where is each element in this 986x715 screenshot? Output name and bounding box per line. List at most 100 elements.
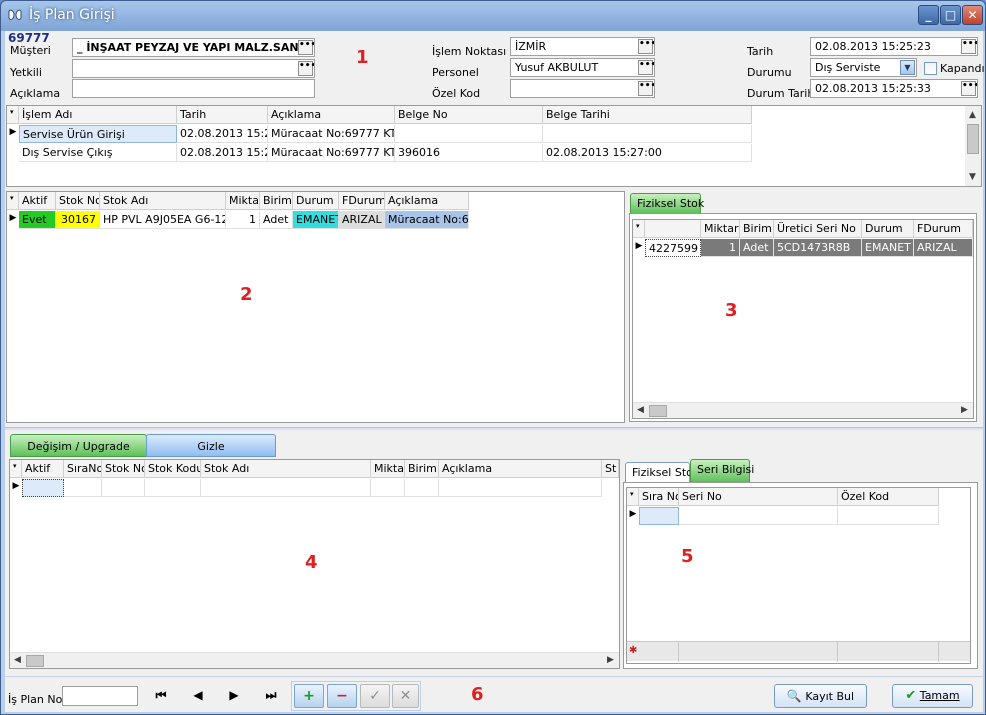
col-belge-tarihi[interactable]: Belge Tarihi: [543, 106, 752, 124]
exchange-hscroll[interactable]: ◀ ▶: [10, 652, 619, 668]
personel-field[interactable]: Yusuf AKBULUT •••: [510, 58, 655, 77]
kapandi-checkbox[interactable]: [924, 62, 937, 75]
kayit-bul-button[interactable]: 🔍 Kayıt Bul: [774, 684, 867, 708]
col-miktar[interactable]: Miktar: [701, 220, 740, 238]
ozel-kod-field[interactable]: •••: [510, 79, 655, 98]
physical-row-durum[interactable]: EMANET: [862, 239, 914, 257]
islem-noktasi-lookup-button[interactable]: •••: [638, 39, 654, 54]
new-row-cell[interactable]: [102, 479, 145, 497]
musteri-field[interactable]: _ İNŞAAT PEYZAJ VE YAPI MALZ.SAN •••: [72, 38, 315, 57]
col-miktar[interactable]: Miktar: [226, 192, 260, 210]
col-stok-no[interactable]: Stok No: [56, 192, 100, 210]
scroll-left-icon[interactable]: ◀: [637, 405, 644, 415]
musteri-lookup-button[interactable]: •••: [298, 40, 314, 55]
previous-record-icon[interactable]: ◀: [186, 685, 210, 705]
col-st[interactable]: St: [602, 460, 619, 478]
tab-degisim-upgrade[interactable]: Değişim / Upgrade: [10, 434, 147, 457]
scroll-up-icon[interactable]: ▲: [969, 110, 976, 120]
ozel-kod-lookup-button[interactable]: •••: [638, 81, 654, 96]
table-row-0-aciklama[interactable]: Müracaat No:69777 KT:0: [268, 125, 395, 143]
column-chooser-icon[interactable]: ▾: [633, 220, 645, 238]
physical-hscroll[interactable]: ◀ ▶: [633, 402, 973, 418]
col-birim[interactable]: Birim: [260, 192, 293, 210]
col-durum[interactable]: Durum: [862, 220, 914, 238]
is-plan-no-input[interactable]: [62, 686, 138, 706]
tab-fiziksel-stok-2[interactable]: Fiziksel Stok: [625, 462, 699, 482]
new-row-cell[interactable]: [201, 479, 371, 497]
serial-new-row-cell[interactable]: [679, 507, 838, 525]
column-chooser-icon[interactable]: ▾: [10, 460, 22, 478]
col-sira-no[interactable]: Sıra No: [639, 488, 679, 506]
new-row-cell[interactable]: [371, 479, 405, 497]
physical-row-id[interactable]: 4227599: [645, 239, 701, 257]
new-row-cell[interactable]: [145, 479, 201, 497]
table-row-1-aciklama[interactable]: Müracaat No:69777 KT:0: [268, 144, 395, 162]
col-stok-no[interactable]: Stok No: [102, 460, 145, 478]
col-uretici-seri-no[interactable]: Üretici Seri No: [774, 220, 862, 238]
aciklama-field[interactable]: [72, 79, 315, 98]
durumu-select[interactable]: Dış Serviste ▼: [810, 58, 917, 77]
stock-row-aktif[interactable]: Evet: [19, 211, 56, 229]
scroll-right-icon[interactable]: ▶: [961, 405, 968, 415]
stock-row-fdurum[interactable]: ARIZAL: [339, 211, 385, 229]
scroll-thumb[interactable]: [26, 655, 44, 667]
stock-grid[interactable]: ▾ Aktif Stok No Stok Adı Miktar Birim Du…: [6, 191, 625, 423]
serial-new-row-sira[interactable]: [639, 507, 679, 525]
table-row-0-tarih[interactable]: 02.08.2013 15:25: [177, 125, 268, 143]
first-record-icon[interactable]: ⏮: [149, 685, 173, 705]
col-fdurum[interactable]: FDurum: [339, 192, 385, 210]
tab-seri-bilgisi[interactable]: Seri Bilgisi: [690, 459, 754, 482]
chevron-down-icon[interactable]: ▼: [900, 60, 915, 75]
cancel-icon[interactable]: ✕: [392, 684, 419, 708]
yetkili-field[interactable]: •••: [72, 59, 315, 78]
table-row-0-belge-tarihi[interactable]: [543, 125, 752, 143]
scroll-right-icon[interactable]: ▶: [607, 655, 614, 665]
operations-vscroll[interactable]: ▲ ▼: [965, 106, 981, 186]
next-record-icon[interactable]: ▶: [222, 685, 246, 705]
col-aciklama[interactable]: Açıklama: [385, 192, 469, 210]
serial-new-row-cell[interactable]: [838, 507, 939, 525]
new-row-aktif[interactable]: [22, 479, 64, 497]
stock-row-birim[interactable]: Adet: [260, 211, 293, 229]
tamam-button[interactable]: ✔ Tamam: [892, 684, 973, 708]
minimize-button[interactable]: _: [918, 5, 939, 25]
new-row-cell[interactable]: [439, 479, 602, 497]
col-stok-adi[interactable]: Stok Adı: [201, 460, 371, 478]
delete-icon[interactable]: −: [327, 684, 357, 708]
stock-row-durum[interactable]: EMANET: [293, 211, 339, 229]
tarih-picker-button[interactable]: •••: [961, 39, 977, 54]
column-chooser-icon[interactable]: ▾: [627, 488, 639, 506]
col-id[interactable]: [645, 220, 701, 238]
scroll-left-icon[interactable]: ◀: [14, 655, 21, 665]
operations-grid[interactable]: ▾ İşlem Adı Tarih Açıklama Belge No Belg…: [6, 105, 982, 187]
durum-tarihi-field[interactable]: 02.08.2013 15:25:33 •••: [810, 79, 978, 98]
stock-row-aciklama[interactable]: Müracaat No:697: [385, 211, 469, 229]
tarih-field[interactable]: 02.08.2013 15:25:23 •••: [810, 37, 978, 56]
personel-lookup-button[interactable]: •••: [638, 60, 654, 75]
col-miktar[interactable]: Miktar: [371, 460, 405, 478]
tab-gizle[interactable]: Gizle: [146, 434, 276, 457]
table-row-1-tarih[interactable]: 02.08.2013 15:27: [177, 144, 268, 162]
col-seri-no[interactable]: Seri No: [679, 488, 838, 506]
col-sirano[interactable]: SıraNo: [64, 460, 102, 478]
col-tarih[interactable]: Tarih: [177, 106, 268, 124]
col-ozel-kod[interactable]: Özel Kod: [838, 488, 939, 506]
yetkili-lookup-button[interactable]: •••: [298, 61, 314, 76]
stock-row-miktar[interactable]: 1: [226, 211, 260, 229]
column-chooser-icon[interactable]: ▾: [7, 106, 19, 124]
last-record-icon[interactable]: ⏭: [259, 685, 283, 705]
stock-row-stok-adi[interactable]: HP PVL A9J05EA G6-1201: [100, 211, 226, 229]
col-aciklama[interactable]: Açıklama: [268, 106, 395, 124]
physical-row-seri-no[interactable]: 5CD1473R8B: [774, 239, 862, 257]
new-row-cell[interactable]: [405, 479, 439, 497]
add-icon[interactable]: +: [294, 684, 324, 708]
tab-fiziksel-stok[interactable]: Fiziksel Stok: [630, 193, 704, 213]
column-chooser-icon[interactable]: ▾: [7, 192, 19, 210]
table-row-1-islem[interactable]: Dış Servise Çıkış: [19, 144, 177, 162]
col-stok-adi[interactable]: Stok Adı: [100, 192, 226, 210]
serial-grid[interactable]: ▾ Sıra No Seri No Özel Kod ▶ ✱: [626, 487, 971, 664]
scroll-down-icon[interactable]: ▼: [969, 172, 976, 182]
col-aciklama[interactable]: Açıklama: [439, 460, 602, 478]
col-stok-kodu[interactable]: Stok Kodu: [145, 460, 201, 478]
col-birim[interactable]: Birim: [740, 220, 774, 238]
